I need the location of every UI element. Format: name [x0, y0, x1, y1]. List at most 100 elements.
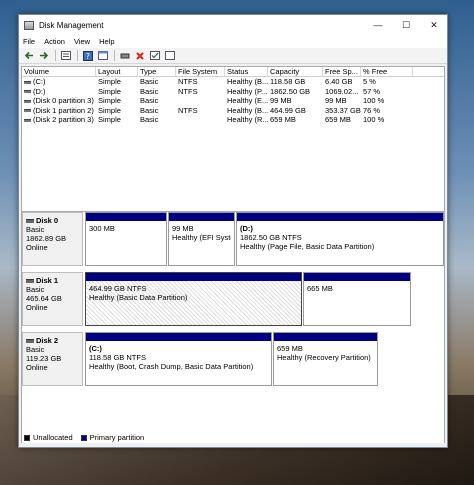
partition-disk1-2[interactable]: 665 MB	[303, 272, 411, 326]
volume-layout: Simple	[98, 105, 121, 115]
partition-status: Healthy (Basic Data Partition)	[89, 293, 188, 302]
partition-size: 1862.50 GB NTFS	[240, 233, 302, 242]
legend: Unallocated Primary partition	[24, 433, 144, 442]
volume-name: (Disk 0 partition 3)	[33, 96, 94, 105]
disk-name: Disk 2	[36, 336, 59, 345]
column-header-layout[interactable]: Layout	[96, 67, 138, 76]
disk-2-row: Disk 2 Basic 119.23 GB Online (C:) 118.5…	[22, 332, 444, 386]
partition-disk0-2[interactable]: 99 MB Healthy (EFI System	[168, 212, 235, 266]
primary-partition-bar	[237, 213, 443, 221]
partition-disk0-1[interactable]: 300 MB	[85, 212, 167, 266]
table-row[interactable]: (Disk 2 partition 3) Simple Basic Health…	[22, 115, 444, 125]
properties-icon[interactable]	[96, 50, 109, 62]
disk-0-info[interactable]: Disk 0 Basic 1862.89 GB Online	[22, 212, 83, 266]
disk-icon	[26, 218, 34, 223]
disk-list-icon[interactable]	[59, 50, 72, 62]
volume-list-header: Volume Layout Type File System Status Ca…	[22, 67, 444, 77]
volume-percent-free: 5 %	[363, 77, 376, 86]
disk-2-info[interactable]: Disk 2 Basic 119.23 GB Online	[22, 332, 83, 386]
title-bar: Disk Management — ☐ ✕	[19, 15, 447, 35]
partition-disk1-1[interactable]: 464.99 GB NTFS Healthy (Basic Data Parti…	[85, 272, 302, 326]
disk-1-row: Disk 1 Basic 465.64 GB Online 464.99 GB …	[22, 272, 444, 326]
partition-status: Healthy (Page File, Basic Data Partition…	[240, 242, 375, 251]
disk-type: Basic	[26, 285, 45, 294]
menu-file[interactable]: File	[23, 37, 35, 46]
window-title: Disk Management	[39, 20, 104, 30]
partition-size: 665 MB	[307, 284, 333, 293]
volume-icon	[24, 90, 31, 94]
disk-management-window: Disk Management — ☐ ✕ File Action View H…	[18, 14, 448, 448]
menu-action[interactable]: Action	[44, 37, 65, 46]
volume-layout: Simple	[98, 77, 121, 86]
table-row[interactable]: (C:) Simple Basic NTFS Healthy (B... 118…	[22, 77, 444, 87]
volume-file-system	[176, 115, 225, 125]
toolbar-separator	[114, 50, 115, 61]
volume-list: Volume Layout Type File System Status Ca…	[21, 66, 445, 213]
column-header-status[interactable]: Status	[225, 67, 268, 76]
primary-partition-bar	[86, 333, 271, 341]
disk-icon	[26, 338, 34, 343]
volume-free-space: 99 MB	[325, 96, 347, 105]
column-header-file-system[interactable]: File System	[176, 67, 225, 76]
volume-free-space: 1069.02...	[325, 86, 359, 96]
volume-icon	[24, 118, 31, 122]
volume-status: Healthy (B...	[227, 77, 268, 86]
volume-file-system: NTFS	[178, 77, 198, 86]
connect-icon[interactable]	[118, 50, 131, 62]
volume-percent-free: 57 %	[363, 86, 381, 96]
toolbar-separator	[55, 50, 56, 61]
column-header-type[interactable]: Type	[138, 67, 176, 76]
disk-state: Online	[26, 243, 48, 252]
disk-type: Basic	[26, 345, 45, 354]
volume-type: Basic	[140, 96, 159, 105]
svg-text:?: ?	[85, 52, 89, 61]
volume-name: (D:)	[33, 86, 46, 96]
partition-disk2-1[interactable]: (C:) 118.58 GB NTFS Healthy (Boot, Crash…	[85, 332, 272, 386]
column-header-free-space[interactable]: Free Sp...	[323, 67, 361, 76]
partition-disk0-3[interactable]: (D:) 1862.50 GB NTFS Healthy (Page File,…	[236, 212, 444, 266]
forward-arrow-icon[interactable]	[37, 50, 50, 62]
table-row[interactable]: (Disk 1 partition 2) Simple Basic NTFS H…	[22, 106, 444, 116]
maximize-button[interactable]: ☐	[393, 15, 419, 35]
table-row[interactable]: (D:) Simple Basic NTFS Healthy (P... 186…	[22, 87, 444, 97]
partition-status: Healthy (Boot, Crash Dump, Basic Data Pa…	[89, 362, 254, 371]
close-button[interactable]: ✕	[421, 15, 447, 35]
volume-status: Healthy (E...	[227, 96, 268, 105]
table-row[interactable]: (Disk 0 partition 3) Simple Basic Health…	[22, 96, 444, 106]
volume-percent-free: 76 %	[363, 105, 381, 115]
volume-layout: Simple	[98, 96, 121, 105]
volume-capacity: 464.99 GB	[270, 105, 306, 115]
partition-size: 464.99 GB NTFS	[89, 284, 147, 293]
partition-title: (C:)	[89, 344, 102, 353]
help-icon[interactable]: ?	[81, 50, 94, 62]
volume-capacity: 1862.50 GB	[270, 86, 311, 96]
volume-type: Basic	[140, 105, 159, 115]
partition-status: Healthy (EFI System	[172, 233, 231, 242]
column-header-percent-free[interactable]: % Free	[361, 67, 413, 76]
back-arrow-icon[interactable]	[22, 50, 35, 62]
partition-size: 300 MB	[89, 224, 115, 233]
check-icon[interactable]	[148, 50, 161, 62]
column-header-capacity[interactable]: Capacity	[268, 67, 323, 76]
disk-1-info[interactable]: Disk 1 Basic 465.64 GB Online	[22, 272, 83, 326]
column-header-volume[interactable]: Volume	[22, 67, 96, 76]
menu-view[interactable]: View	[74, 37, 90, 46]
volume-name: (Disk 1 partition 2)	[33, 105, 94, 115]
partition-title: (D:)	[240, 224, 253, 233]
minimize-button[interactable]: —	[365, 15, 391, 35]
primary-partition-swatch	[80, 434, 87, 441]
volume-capacity: 659 MB	[270, 115, 296, 124]
partition-disk2-2[interactable]: 659 MB Healthy (Recovery Partition)	[273, 332, 378, 386]
volume-free-space: 6.40 GB	[325, 77, 353, 86]
delete-icon[interactable]	[133, 50, 146, 62]
primary-partition-bar	[169, 213, 234, 221]
volume-free-space: 353.37 GB	[325, 105, 361, 115]
volume-layout: Simple	[98, 115, 121, 124]
menu-help[interactable]: Help	[99, 37, 114, 46]
volume-name: (Disk 2 partition 3)	[33, 115, 94, 124]
refresh-icon[interactable]	[163, 50, 176, 62]
disk-graphical-view: Disk 0 Basic 1862.89 GB Online 300 MB 99…	[21, 211, 445, 445]
volume-percent-free: 100 %	[363, 96, 385, 105]
disk-name: Disk 0	[36, 216, 59, 225]
volume-capacity: 99 MB	[270, 96, 292, 105]
